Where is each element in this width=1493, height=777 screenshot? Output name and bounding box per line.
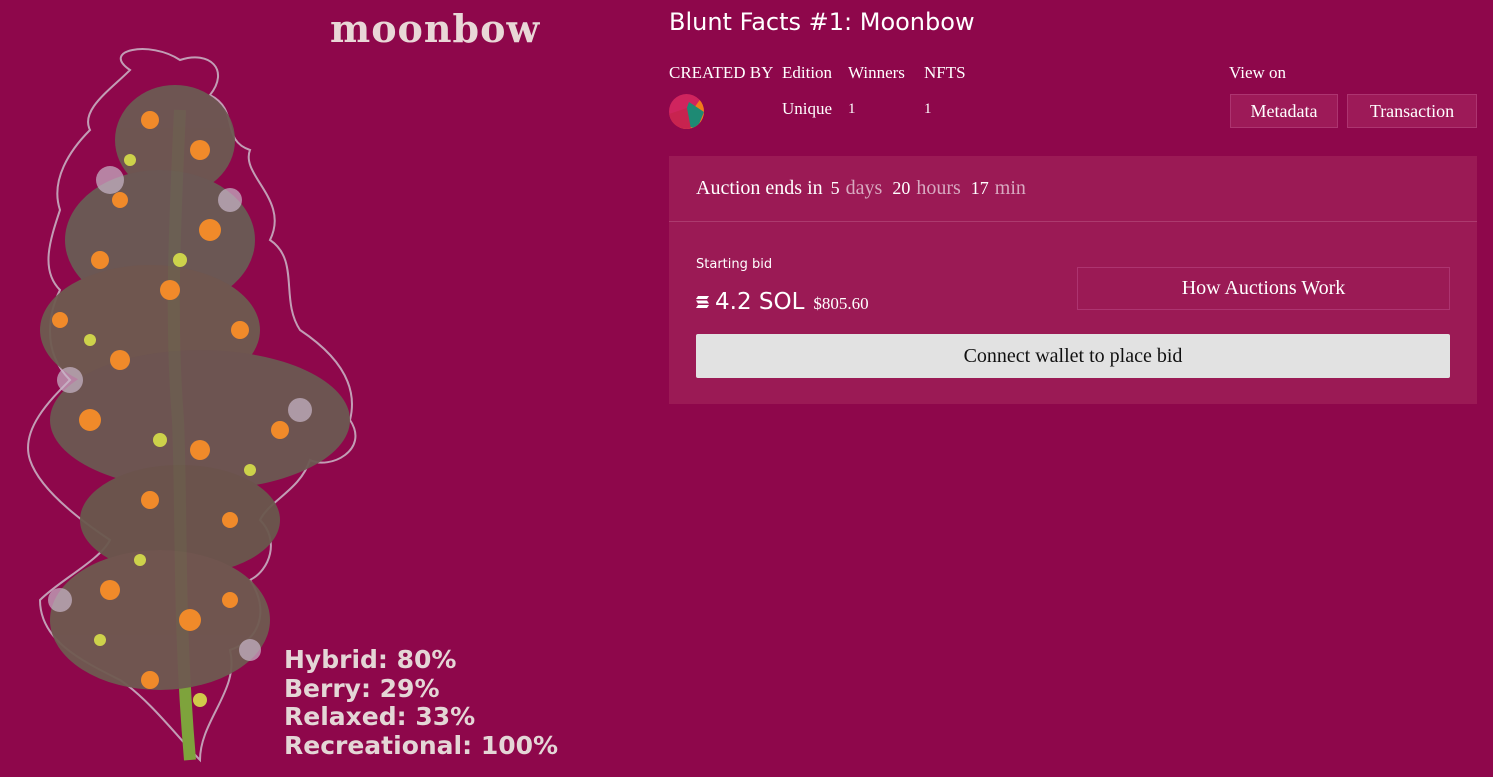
- connect-wallet-button[interactable]: Connect wallet to place bid: [696, 334, 1450, 378]
- transaction-button[interactable]: Transaction: [1347, 94, 1477, 128]
- edition-value: Unique: [782, 99, 833, 118]
- auction-countdown: Auction ends in 5 days 20 hours 17 min: [669, 156, 1477, 222]
- winners-value: 1: [848, 101, 856, 117]
- artwork-title: moonbow: [330, 6, 541, 51]
- starting-bid-price: 4.2 SOL $805.60: [696, 289, 869, 315]
- min-value: 17: [970, 178, 989, 198]
- hours-value: 20: [892, 178, 911, 198]
- how-auctions-work-button[interactable]: How Auctions Work: [1077, 267, 1450, 310]
- nfts-value: 1: [924, 101, 932, 117]
- days-value: 5: [830, 178, 840, 198]
- bid-usd-amount: $805.60: [813, 294, 869, 313]
- bid-sol-amount: 4.2 SOL: [715, 289, 805, 315]
- min-unit: min: [994, 177, 1026, 199]
- edition-label: Edition: [782, 63, 833, 82]
- auction-ends-label: Auction ends in: [696, 177, 823, 199]
- nfts-label: NFTS: [924, 63, 966, 82]
- auction-panel: Auction ends in 5 days 20 hours 17 min S…: [669, 156, 1477, 404]
- trait-hybrid: Hybrid: 80%: [284, 645, 457, 674]
- created-by-label: CREATED BY: [669, 63, 774, 82]
- trait-berry: Berry: 29%: [284, 673, 440, 703]
- hours-unit: hours: [916, 177, 961, 199]
- metadata-button[interactable]: Metadata: [1230, 94, 1338, 128]
- creator-avatar-icon[interactable]: [669, 94, 704, 129]
- winners-label: Winners: [848, 63, 905, 82]
- starting-bid-label: Starting bid: [696, 257, 773, 272]
- artwork-traits: Hybrid: 80% Berry: 29% Relaxed: 33% Recr…: [284, 645, 559, 760]
- trait-recreational: Recreational: 100%: [284, 730, 559, 760]
- nft-title: Blunt Facts #1: Moonbow: [669, 8, 975, 36]
- solana-icon: [696, 296, 709, 308]
- days-unit: days: [845, 177, 883, 199]
- nft-artwork: moonbow Hybrid: 80% Berry: 29% Relaxed: …: [0, 0, 640, 777]
- trait-relaxed: Relaxed: 33%: [284, 702, 476, 731]
- view-on-label: View on: [1229, 63, 1287, 82]
